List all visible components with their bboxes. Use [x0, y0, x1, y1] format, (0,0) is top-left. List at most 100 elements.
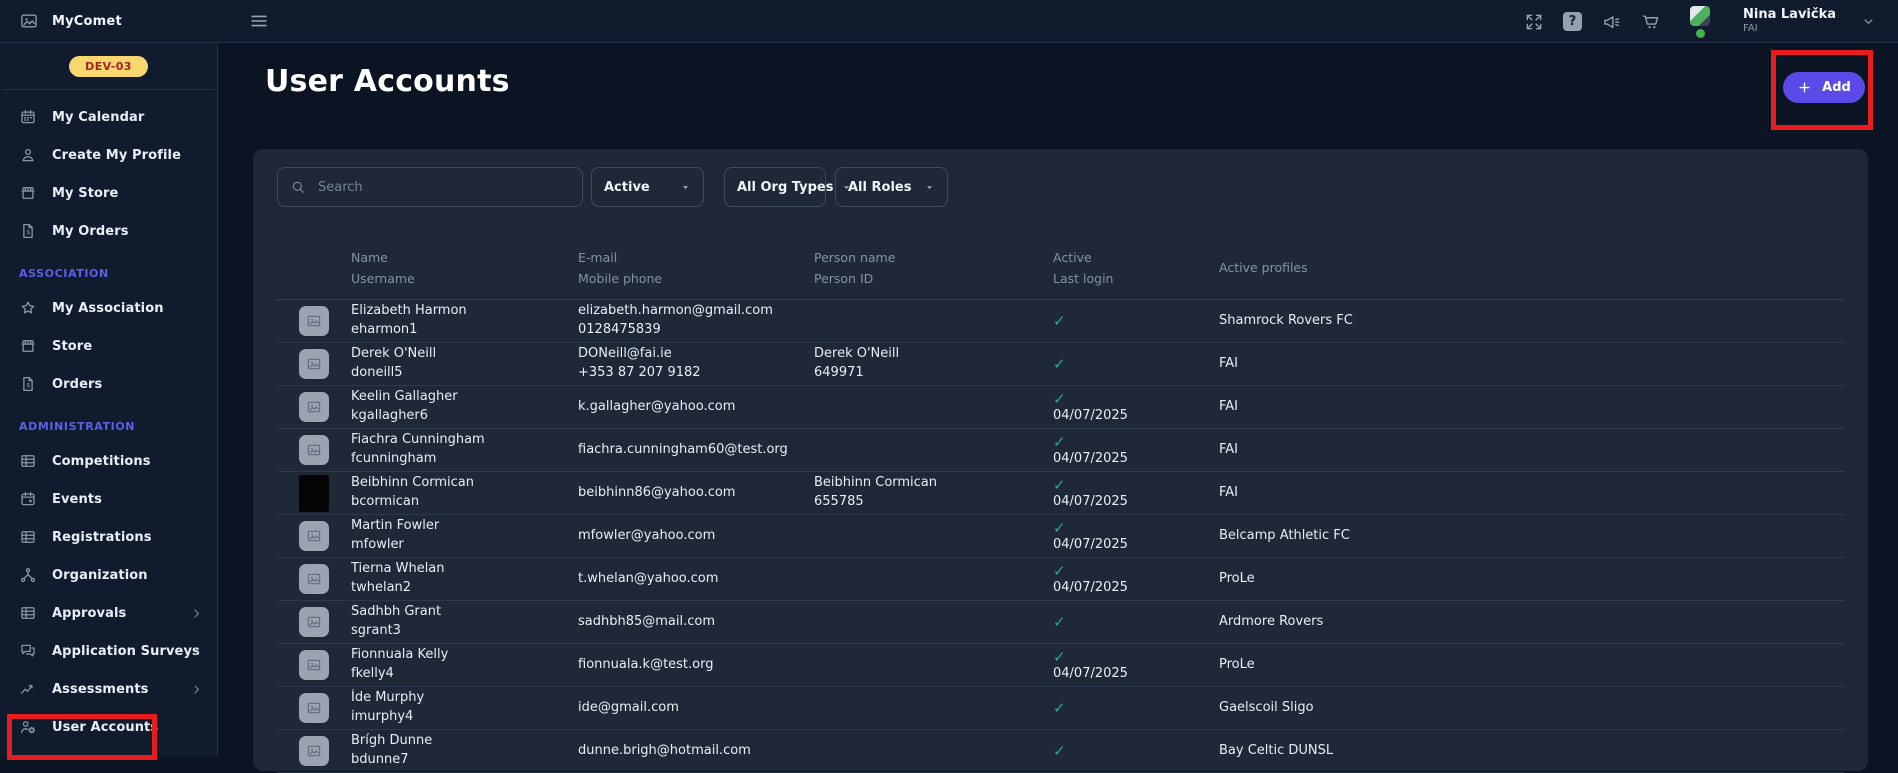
sidebar-item-my-orders[interactable]: $ My Orders: [0, 212, 217, 250]
caret-down-icon: [924, 182, 935, 193]
table-row[interactable]: Elizabeth Harmon eharmon1 elizabeth.harm…: [277, 300, 1844, 343]
topbar: MyComet ? Nina Lavička FAI: [0, 0, 1898, 43]
sidebar-item-application-surveys[interactable]: Application Surveys: [0, 632, 217, 670]
user-menu[interactable]: Nina Lavička FAI: [1743, 7, 1836, 36]
search-input[interactable]: [316, 179, 570, 196]
username: imurphy4: [351, 708, 578, 727]
active-check-icon: ✓: [1053, 613, 1219, 631]
sidebar-item-competitions[interactable]: Competitions: [0, 442, 217, 480]
role-filter-select[interactable]: All Roles: [835, 167, 948, 207]
user-name: Nina Lavička: [1743, 7, 1836, 23]
last-login-date: 04/07/2025: [1053, 537, 1219, 554]
chevron-down-icon[interactable]: [1861, 14, 1876, 29]
add-button[interactable]: Add: [1783, 72, 1865, 103]
image-icon: [19, 11, 39, 31]
fullscreen-icon[interactable]: [1524, 12, 1544, 32]
sidebar-item-my-calendar[interactable]: My Calendar: [0, 98, 217, 136]
email: t.whelan@yahoo.com: [578, 570, 814, 589]
email: fionnuala.k@test.org: [578, 656, 814, 675]
table-row[interactable]: Sadhbh Grant sgrant3 sadhbh85@mail.com ✓…: [277, 601, 1844, 644]
image-icon: [306, 700, 322, 716]
sidebar-section-association: ASSOCIATION: [0, 250, 217, 289]
table-row[interactable]: Brígh Dunne bdunne7 dunne.brigh@hotmail.…: [277, 730, 1844, 773]
sidebar-item-assessments[interactable]: Assessments: [0, 670, 217, 708]
svg-text:$: $: [26, 228, 30, 236]
role-filter-value: All Roles: [848, 180, 911, 195]
status-filter-select[interactable]: Active: [591, 167, 704, 207]
last-login-date: 04/07/2025: [1053, 494, 1219, 511]
chevron-right-icon: [190, 607, 203, 620]
image-icon: [306, 313, 322, 329]
svg-text:$: $: [26, 381, 30, 389]
help-icon[interactable]: ?: [1563, 12, 1583, 32]
sidebar-item-registrations[interactable]: Registrations: [0, 518, 217, 556]
org-type-filter-select[interactable]: All Org Types: [724, 167, 826, 207]
table-row[interactable]: Fiachra Cunningham fcunningham fiachra.c…: [277, 429, 1844, 472]
person-name: Derek O'Neill: [814, 345, 1053, 364]
avatar: [299, 736, 329, 766]
username: kgallagher6: [351, 407, 578, 426]
app-logo[interactable]: MyComet: [0, 11, 218, 31]
user-full-name: Derek O'Neill: [351, 345, 578, 364]
avatar: [299, 564, 329, 594]
image-icon: [306, 356, 322, 372]
active-check-icon: ✓: [1053, 519, 1219, 537]
sidebar-item-store[interactable]: Store: [0, 327, 217, 365]
user-full-name: Fiachra Cunningham: [351, 431, 578, 450]
user-full-name: Sadhbh Grant: [351, 603, 578, 622]
person-id: 655785: [814, 493, 1053, 512]
image-icon: [306, 657, 322, 673]
email: DONeill@fai.ie: [578, 345, 814, 364]
sidebar-item-approvals[interactable]: Approvals: [0, 594, 217, 632]
sidebar-item-organization[interactable]: Organization: [0, 556, 217, 594]
username: fcunningham: [351, 450, 578, 469]
user-full-name: Íde Murphy: [351, 689, 578, 708]
sidebar: DEV-03 My Calendar Create My Profile My …: [0, 43, 218, 757]
avatar: [299, 607, 329, 637]
active-check-icon: ✓: [1053, 648, 1219, 666]
active-profile: ProLe: [1219, 570, 1844, 589]
org-icon: [19, 566, 37, 584]
table-row[interactable]: Beibhinn Cormican bcormican beibhinn86@y…: [277, 472, 1844, 515]
table-row[interactable]: Fionnuala Kelly fkelly4 fionnuala.k@test…: [277, 644, 1844, 687]
column-header-active: ActiveLast login: [1053, 248, 1219, 289]
active-check-icon: ✓: [1053, 476, 1219, 494]
sidebar-item-my-association[interactable]: My Association: [0, 289, 217, 327]
table-row[interactable]: Tierna Whelan twhelan2 t.whelan@yahoo.co…: [277, 558, 1844, 601]
sidebar-item-create-my-profile[interactable]: Create My Profile: [0, 136, 217, 174]
user-accounts-card: Active All Org Types All Roles NameUsern…: [253, 149, 1868, 771]
username: sgrant3: [351, 622, 578, 641]
hamburger-icon[interactable]: [248, 10, 270, 32]
chevron-right-icon: [190, 683, 203, 696]
image-icon: [306, 614, 322, 630]
avatar: [299, 693, 329, 723]
sidebar-nav: My Calendar Create My Profile My Store $…: [0, 98, 217, 746]
sidebar-item-orders[interactable]: $ Orders: [0, 365, 217, 403]
username: bcormican: [351, 493, 578, 512]
user-avatar[interactable]: [1690, 6, 1710, 38]
topbar-actions: ? Nina Lavička FAI: [1524, 0, 1876, 43]
sidebar-item-events[interactable]: Events: [0, 480, 217, 518]
search-box[interactable]: [277, 167, 583, 207]
column-header-person: Person namePerson ID: [814, 248, 1053, 289]
table-row[interactable]: Íde Murphy imurphy4 ide@gmail.com ✓ Gael…: [277, 687, 1844, 730]
avatar: [299, 475, 329, 512]
table-icon: [19, 528, 37, 546]
avatar: [299, 349, 329, 379]
cart-icon[interactable]: [1641, 12, 1661, 32]
store-icon: [19, 184, 37, 202]
calendar-icon: [19, 108, 37, 126]
active-profile: Belcamp Athletic FC: [1219, 527, 1844, 546]
table-row[interactable]: Martin Fowler mfowler mfowler@yahoo.com …: [277, 515, 1844, 558]
active-check-icon: ✓: [1053, 562, 1219, 580]
user-full-name: Keelin Gallagher: [351, 388, 578, 407]
active-profile: Shamrock Rovers FC: [1219, 312, 1844, 331]
avatar: [299, 392, 329, 422]
email: dunne.brigh@hotmail.com: [578, 742, 814, 761]
table-row[interactable]: Keelin Gallagher kgallagher6 k.gallagher…: [277, 386, 1844, 429]
add-button-label: Add: [1822, 80, 1851, 95]
announcement-icon[interactable]: [1602, 12, 1622, 32]
table-row[interactable]: Derek O'Neill doneill5 DONeill@fai.ie +3…: [277, 343, 1844, 386]
sidebar-item-user-accounts[interactable]: User Accounts: [0, 708, 217, 746]
sidebar-item-my-store[interactable]: My Store: [0, 174, 217, 212]
